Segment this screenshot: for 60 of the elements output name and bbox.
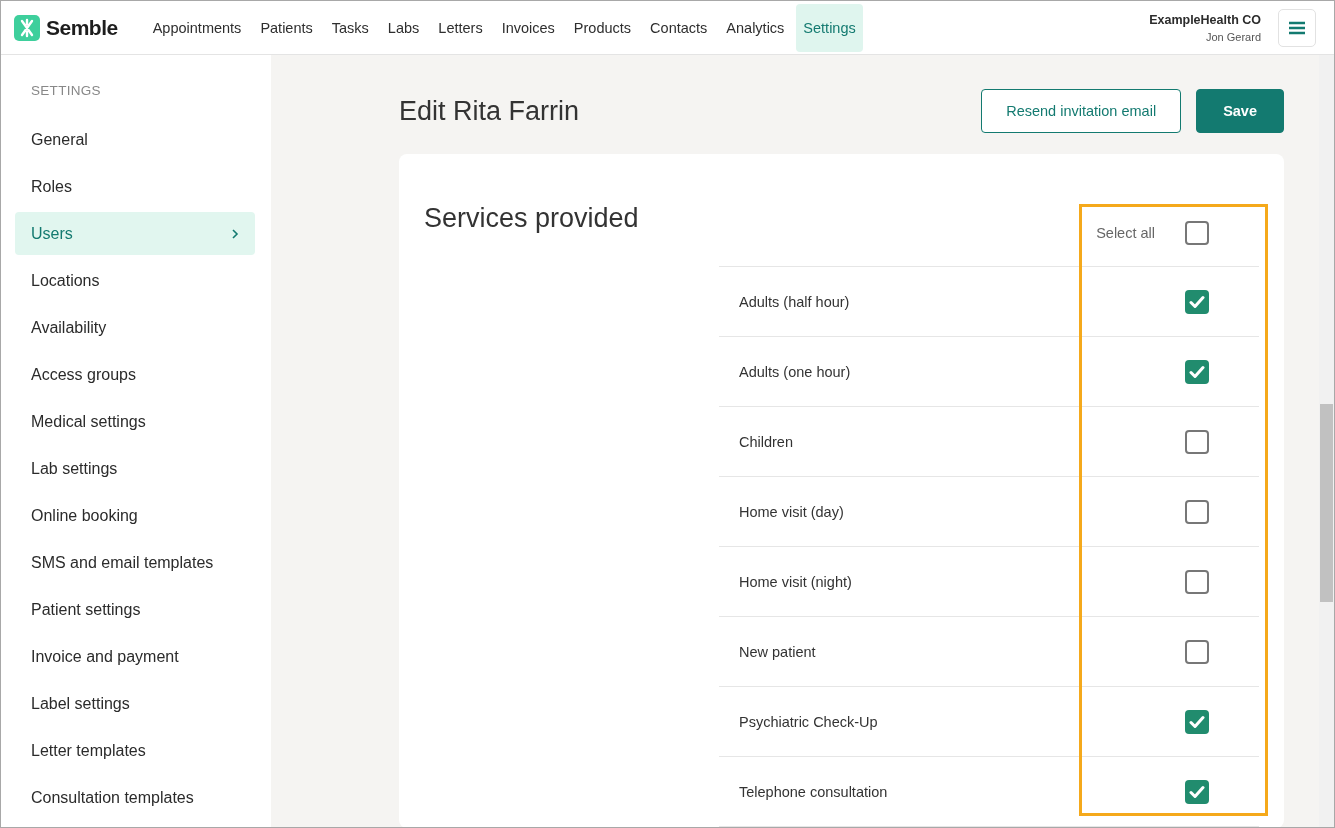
nav-tab[interactable]: Letters bbox=[431, 3, 490, 52]
nav-tab[interactable]: Invoices bbox=[494, 3, 562, 52]
service-label: New patient bbox=[739, 643, 817, 660]
scrollbar[interactable] bbox=[1319, 55, 1334, 827]
sidebar-item[interactable]: Letter templates bbox=[15, 729, 255, 772]
sidebar-item[interactable]: Lab settings bbox=[15, 447, 255, 490]
service-checkbox[interactable] bbox=[1185, 499, 1209, 524]
resend-button[interactable]: Resend invitation email bbox=[981, 89, 1182, 133]
select-all-checkbox[interactable] bbox=[1185, 221, 1209, 245]
sidebar-item[interactable]: Roles bbox=[15, 165, 255, 208]
checkmark-icon bbox=[1189, 294, 1205, 309]
sidebar-heading: SETTINGS bbox=[30, 83, 102, 98]
sidebar-item[interactable]: Online booking bbox=[15, 494, 255, 537]
save-button[interactable]: Save bbox=[1196, 89, 1284, 133]
sidebar-item[interactable]: SMS and email templates bbox=[15, 541, 255, 584]
logo-icon bbox=[14, 14, 40, 41]
service-label: Psychiatric Check-Up bbox=[739, 713, 879, 730]
user-name: Jon Gerard bbox=[1205, 30, 1261, 43]
nav-tab[interactable]: Labs bbox=[380, 3, 427, 52]
checkmark-icon bbox=[1189, 714, 1205, 729]
sidebar-item[interactable]: Medical settings bbox=[15, 400, 255, 443]
sidebar-item[interactable]: Patient settings bbox=[15, 588, 255, 631]
service-label: Telephone consultation bbox=[739, 783, 889, 800]
service-label: Children bbox=[739, 433, 794, 450]
sidebar-item[interactable]: General bbox=[15, 118, 255, 161]
service-checkbox[interactable] bbox=[1185, 709, 1209, 734]
sidebar-item[interactable]: Access groups bbox=[15, 353, 255, 396]
service-label: Home visit (night) bbox=[739, 573, 853, 590]
menu-icon bbox=[1289, 20, 1305, 35]
service-checkbox[interactable] bbox=[1185, 289, 1209, 314]
checkmark-icon bbox=[1189, 784, 1205, 799]
checkmark-icon bbox=[1189, 364, 1205, 379]
organisation-name: ExampleHealth CO bbox=[1149, 12, 1261, 27]
page-title: Edit Rita Farrin bbox=[399, 95, 581, 127]
sidebar-item[interactable]: Locations bbox=[15, 259, 255, 302]
service-label: Adults (half hour) bbox=[739, 293, 851, 310]
select-all-label: Select all bbox=[1096, 225, 1155, 241]
section-title: Services provided bbox=[424, 202, 640, 235]
service-checkbox[interactable] bbox=[1185, 359, 1209, 384]
sidebar-item[interactable]: Label settings bbox=[15, 682, 255, 725]
service-label: Home visit (day) bbox=[739, 503, 845, 520]
menu-button[interactable] bbox=[1278, 8, 1316, 47]
service-checkbox[interactable] bbox=[1185, 429, 1209, 454]
service-checkbox[interactable] bbox=[1185, 639, 1209, 664]
service-checkbox[interactable] bbox=[1185, 779, 1209, 804]
chevron-icon bbox=[231, 227, 239, 240]
sidebar-item[interactable]: Availability bbox=[15, 306, 255, 349]
nav-tab[interactable]: Products bbox=[566, 3, 639, 52]
sidebar-item[interactable]: Invoice and payment bbox=[15, 635, 255, 678]
sidebar-item[interactable]: Users bbox=[15, 212, 255, 255]
nav-tab[interactable]: Settings bbox=[796, 3, 863, 52]
nav-tab[interactable]: Contacts bbox=[643, 3, 715, 52]
nav-tab[interactable]: Patients bbox=[253, 3, 320, 52]
brand-name: Semble bbox=[46, 15, 118, 40]
service-label: Adults (one hour) bbox=[739, 363, 852, 380]
sidebar-item[interactable]: Consultation templates bbox=[15, 776, 255, 819]
service-checkbox[interactable] bbox=[1185, 569, 1209, 594]
nav-tab[interactable]: Appointments bbox=[145, 3, 249, 52]
nav-tab[interactable]: Analytics bbox=[719, 3, 792, 52]
nav-tab[interactable]: Tasks bbox=[324, 3, 376, 52]
